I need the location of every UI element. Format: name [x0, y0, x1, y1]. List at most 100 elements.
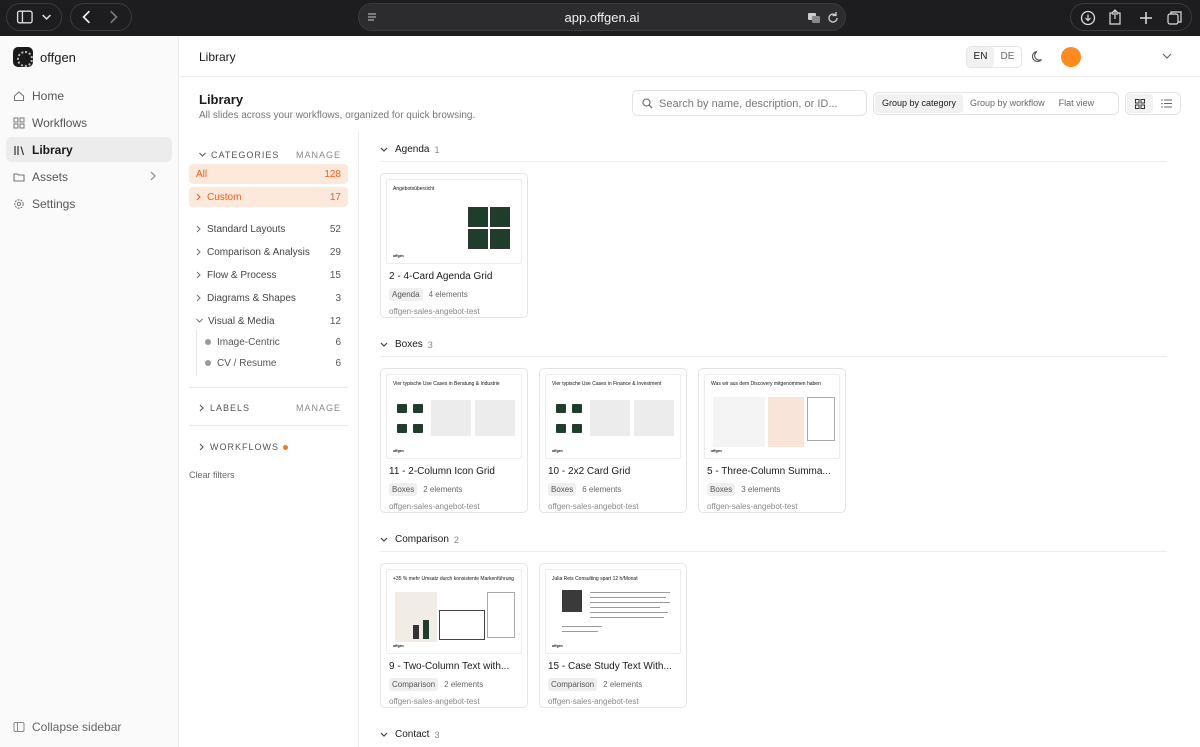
- manage-categories-link[interactable]: MANAGE: [296, 150, 341, 160]
- filter-comparison-analysis[interactable]: Comparison & Analysis 29: [189, 242, 348, 262]
- browser-actions: [1070, 3, 1192, 31]
- grid-view-icon: [1135, 98, 1145, 109]
- grid-icon: [13, 117, 25, 128]
- filter-image-centric[interactable]: Image-Centric 6: [205, 333, 348, 351]
- filter-label: Flow & Process: [207, 269, 277, 281]
- thumbnail-footer: offgen: [393, 254, 404, 258]
- browser-toolbar: app.offgen.ai: [0, 0, 1200, 36]
- filter-all[interactable]: All 128: [189, 164, 348, 184]
- labels-label: LABELS: [210, 403, 251, 413]
- thumbnail-title: Vier typische Use Cases in Finance & Inv…: [552, 381, 662, 387]
- filter-flow-process[interactable]: Flow & Process 15: [189, 265, 348, 285]
- filter-count: 12: [329, 315, 341, 327]
- workflows-header[interactable]: WORKFLOWS: [199, 442, 288, 452]
- top-header: Library EN DE: [180, 36, 1200, 77]
- filter-visual-media[interactable]: Visual & Media 12: [189, 311, 348, 331]
- sidebar-item-workflows[interactable]: Workflows: [6, 110, 172, 135]
- clear-filters-button[interactable]: Clear filters: [189, 470, 235, 480]
- library-icon: [14, 145, 25, 155]
- thumbnail-footer: offgen: [711, 449, 722, 453]
- offgen-logo-icon: [13, 47, 33, 67]
- group-by-category-button[interactable]: Group by category: [875, 94, 964, 113]
- brand[interactable]: offgen: [13, 47, 76, 67]
- avatar[interactable]: [1061, 47, 1081, 67]
- moon-icon[interactable]: [1032, 50, 1045, 63]
- card-workflow: offgen-sales-angebot-test: [389, 307, 480, 316]
- card-meta: Boxes 2 elements: [389, 483, 462, 496]
- page-title: Library: [199, 92, 244, 107]
- thumbnail-footer: offgen: [552, 449, 563, 453]
- filter-diagrams-shapes[interactable]: Diagrams & Shapes 3: [189, 288, 348, 308]
- section-header-comparison[interactable]: Comparison 2: [380, 534, 459, 545]
- chevron-down-icon: [196, 318, 203, 323]
- search-input[interactable]: [659, 95, 859, 112]
- filter-count: 3: [335, 292, 341, 304]
- sidebar-item-library[interactable]: Library: [6, 137, 172, 162]
- sidebar-toggle-button[interactable]: [6, 3, 62, 31]
- slide-card[interactable]: +35 % mehr Umsatz durch konsistente Mark…: [380, 563, 528, 708]
- section-header-agenda[interactable]: Agenda 1: [380, 144, 440, 155]
- section-count: 1: [434, 144, 440, 155]
- url-text: app.offgen.ai: [564, 10, 640, 25]
- grid-view-button[interactable]: [1127, 94, 1153, 113]
- section-header-contact[interactable]: Contact 3: [380, 729, 439, 740]
- thumbnail-title: +35 % mehr Umsatz durch konsistente Mark…: [393, 576, 515, 582]
- filter-cv-resume[interactable]: CV / Resume 6: [205, 354, 348, 372]
- element-count: 2 elements: [423, 485, 463, 494]
- manage-labels-link[interactable]: MANAGE: [296, 403, 341, 413]
- lang-de-button[interactable]: DE: [994, 47, 1021, 67]
- slide-thumbnail: Julia Reis Consulting spart 12 h/Monat o…: [545, 569, 681, 654]
- sidebar: offgen Home Workflows Library Assets Set…: [0, 36, 179, 747]
- thumbnail-title: Vier typische Use Cases in Beratung & In…: [393, 381, 500, 387]
- slide-card[interactable]: Vier typische Use Cases in Beratung & In…: [380, 368, 528, 513]
- thumbnail-title: Julia Reis Consulting spart 12 h/Monat: [552, 576, 638, 582]
- card-workflow: offgen-sales-angebot-test: [389, 502, 480, 511]
- thumbnail-footer: offgen: [393, 449, 404, 453]
- categories-header[interactable]: CATEGORIES: [199, 150, 279, 160]
- list-view-button[interactable]: [1153, 94, 1179, 113]
- sidebar-item-label: Library: [32, 142, 73, 157]
- filter-count: 17: [329, 191, 341, 203]
- chevron-right-icon: [196, 271, 201, 279]
- sidebar-item-label: Workflows: [32, 115, 88, 130]
- divider: [189, 387, 348, 388]
- search-icon: [642, 98, 653, 109]
- reload-icon: [828, 12, 838, 23]
- card-workflow: offgen-sales-angebot-test: [548, 502, 639, 511]
- filter-label: Custom: [207, 191, 242, 203]
- sidebar-item-settings[interactable]: Settings: [6, 191, 172, 216]
- lang-en-button[interactable]: EN: [967, 47, 994, 67]
- category-tag: Comparison: [548, 678, 598, 691]
- category-tag: Boxes: [548, 483, 577, 496]
- card-title: 2 - 4-Card Agenda Grid: [389, 271, 493, 282]
- translate-icon: [808, 13, 820, 23]
- group-by-workflow-button[interactable]: Group by workflow: [963, 94, 1052, 113]
- slide-card[interactable]: Vier typische Use Cases in Finance & Inv…: [539, 368, 687, 513]
- sidebar-item-assets[interactable]: Assets: [6, 164, 172, 189]
- grouping-toggle: Group by category Group by workflow Flat…: [873, 92, 1119, 115]
- slide-card[interactable]: Was wir aus dem Discovery mitgenommen ha…: [698, 368, 846, 513]
- card-workflow: offgen-sales-angebot-test: [389, 697, 480, 706]
- thumbnail-title: Angebotsübersicht: [393, 186, 435, 192]
- view-toggle: [1125, 92, 1181, 115]
- sidebar-item-label: Assets: [32, 169, 69, 184]
- filter-custom[interactable]: Custom 17: [189, 187, 348, 207]
- collapse-sidebar-button[interactable]: Collapse sidebar: [13, 720, 121, 734]
- slide-card[interactable]: Julia Reis Consulting spart 12 h/Monat o…: [539, 563, 687, 708]
- tree-line: [196, 330, 197, 376]
- address-bar[interactable]: app.offgen.ai: [358, 3, 846, 31]
- sidebar-item-home[interactable]: Home: [6, 83, 172, 108]
- section-title: Comparison: [395, 534, 449, 545]
- flat-view-button[interactable]: Flat view: [1052, 94, 1102, 113]
- filter-standard-layouts[interactable]: Standard Layouts 52: [189, 219, 348, 239]
- labels-header[interactable]: LABELS: [199, 403, 250, 413]
- slide-thumbnail: Angebotsübersicht offgen: [386, 179, 522, 264]
- section-count: 3: [427, 339, 433, 350]
- chevron-down-icon[interactable]: [1162, 53, 1172, 60]
- categories-label: CATEGORIES: [211, 150, 280, 160]
- gear-icon: [14, 198, 24, 209]
- card-meta: Comparison 2 elements: [548, 678, 642, 691]
- slide-card[interactable]: Angebotsübersicht offgen 2 - 4-Card Agen…: [380, 173, 528, 318]
- section-header-boxes[interactable]: Boxes 3: [380, 339, 433, 350]
- filter-label: CV / Resume: [217, 357, 277, 369]
